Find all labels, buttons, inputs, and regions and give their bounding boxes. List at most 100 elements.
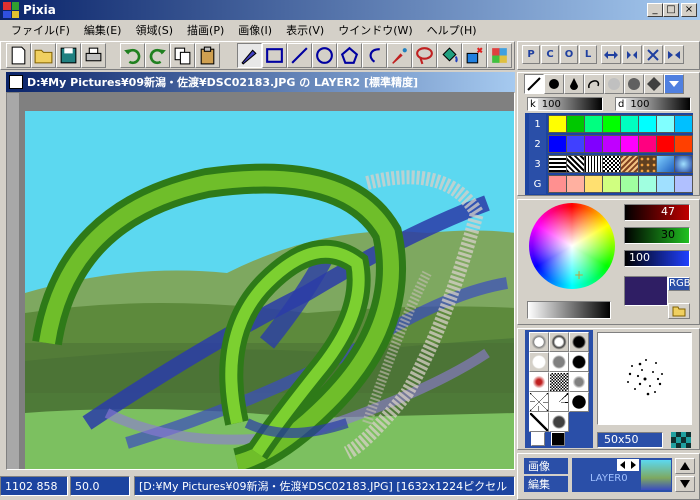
lasso-tool-button[interactable] [412, 43, 437, 68]
new-file-button[interactable] [6, 43, 31, 68]
brush-size-slider[interactable]: k 100 [527, 97, 603, 111]
brush-shape-13[interactable] [529, 412, 549, 432]
brush-shape-6[interactable] [569, 352, 589, 372]
image-tab[interactable]: 画像 [524, 458, 568, 474]
layer-thumbnail[interactable] [641, 460, 671, 490]
brush-shape-11[interactable] [549, 392, 569, 412]
panel-o-button[interactable]: O [560, 45, 578, 64]
red-value-field[interactable]: 47 [624, 204, 690, 221]
mosaic-tool-button[interactable] [487, 43, 512, 68]
color-swatch-row1-4[interactable] [602, 115, 621, 133]
green-value-field[interactable]: 30 [624, 227, 690, 244]
save-button[interactable] [56, 43, 81, 68]
menu-file[interactable]: ファイル(F) [4, 22, 77, 38]
close-button[interactable]: × [681, 3, 697, 17]
pattern-swatch-7[interactable] [656, 155, 675, 173]
menu-draw[interactable]: 描画(P) [180, 22, 231, 38]
brush-shape-3[interactable] [569, 332, 589, 352]
brush-shape-14[interactable] [549, 412, 569, 432]
brush-shape-12[interactable] [569, 392, 589, 412]
color-swatch-row2-1[interactable] [548, 135, 567, 153]
brush-diamond-button[interactable] [644, 74, 664, 94]
brightness-slider[interactable] [527, 301, 611, 319]
brush-dark-button[interactable] [624, 74, 644, 94]
color-swatch-row2-6[interactable] [638, 135, 657, 153]
pattern-swatch-4[interactable] [602, 155, 621, 173]
menu-window[interactable]: ウインドウ(W) [331, 22, 419, 38]
pattern-swatch-8[interactable] [674, 155, 693, 173]
open-file-button[interactable] [31, 43, 56, 68]
menu-help[interactable]: ヘルプ(H) [420, 22, 484, 38]
panel-c-button[interactable]: C [541, 45, 559, 64]
color-swatch-row1-6[interactable] [638, 115, 657, 133]
color-swatch-row1-1[interactable] [548, 115, 567, 133]
menu-view[interactable]: 表示(V) [279, 22, 331, 38]
brush-pen-button[interactable] [524, 74, 544, 94]
pattern-swatch-5[interactable] [620, 155, 639, 173]
brush-shape-7[interactable] [529, 372, 549, 392]
ellipse-tool-button[interactable] [312, 43, 337, 68]
eraser-tool-button[interactable] [462, 43, 487, 68]
panel-close-button[interactable] [643, 45, 663, 64]
pattern-swatch-3[interactable] [584, 155, 603, 173]
airbrush-tool-button[interactable] [387, 43, 412, 68]
copy-button[interactable] [170, 43, 195, 68]
curve-tool-button[interactable] [362, 43, 387, 68]
color-swatch-row2-5[interactable] [620, 135, 639, 153]
color-swatch-row2-3[interactable] [584, 135, 603, 153]
color-wheel[interactable] [529, 203, 615, 289]
line-tool-button[interactable] [287, 43, 312, 68]
menu-image[interactable]: 画像(I) [231, 22, 279, 38]
layer-down-button[interactable] [675, 476, 695, 492]
maximize-button[interactable]: □ [663, 3, 679, 17]
pattern-swatch-2[interactable] [566, 155, 585, 173]
pattern-swatch-6[interactable] [638, 155, 657, 173]
fill-tool-button[interactable] [437, 43, 462, 68]
edit-tab[interactable]: 編集 [524, 476, 568, 492]
rectangle-tool-button[interactable] [262, 43, 287, 68]
color-mode-button[interactable]: RGB [668, 277, 691, 291]
color-swatch-rowg-7[interactable] [656, 175, 675, 193]
panel-expand-button[interactable] [601, 45, 621, 64]
brush-soft-button[interactable] [604, 74, 624, 94]
brush-lasso-button[interactable] [584, 74, 604, 94]
pattern-swatch-1[interactable] [548, 155, 567, 173]
redo-button[interactable] [145, 43, 170, 68]
color-swatch-row2-7[interactable] [656, 135, 675, 153]
color-swatch-row2-8[interactable] [674, 135, 693, 153]
layer-up-button[interactable] [675, 458, 695, 474]
layer-name[interactable]: LAYER0 [576, 473, 640, 487]
color-folder-button[interactable] [668, 303, 690, 319]
brush-more-button[interactable] [664, 74, 684, 94]
menu-selection[interactable]: 領域(S) [128, 22, 180, 38]
panel-p-button[interactable]: P [522, 45, 540, 64]
canvas-image[interactable] [7, 93, 515, 470]
brush-shape-4[interactable] [529, 352, 549, 372]
layer-nav-arrows[interactable] [617, 459, 639, 471]
color-swatch-row1-8[interactable] [674, 115, 693, 133]
minimize-button[interactable]: _ [647, 3, 663, 17]
color-swatch-rowg-4[interactable] [602, 175, 621, 193]
brush-density-slider[interactable]: d 100 [615, 97, 691, 111]
color-swatch-rowg-3[interactable] [584, 175, 603, 193]
brush-shape-2[interactable] [549, 332, 569, 352]
brush-shape-15[interactable] [531, 432, 545, 446]
panel-l-button[interactable]: L [579, 45, 597, 64]
color-swatch-rowg-5[interactable] [620, 175, 639, 193]
color-swatch-row1-5[interactable] [620, 115, 639, 133]
color-swatch-row2-4[interactable] [602, 135, 621, 153]
brush-shape-8[interactable] [549, 372, 569, 392]
color-swatch-rowg-2[interactable] [566, 175, 585, 193]
color-swatch-row1-3[interactable] [584, 115, 603, 133]
paste-button[interactable] [195, 43, 220, 68]
brush-shape-9[interactable] [569, 372, 589, 392]
undo-button[interactable] [120, 43, 145, 68]
panel-arrange-button[interactable] [664, 45, 684, 64]
canvas-area[interactable] [6, 92, 515, 470]
polygon-tool-button[interactable] [337, 43, 362, 68]
color-swatch-row2-2[interactable] [566, 135, 585, 153]
menu-edit[interactable]: 編集(E) [77, 22, 129, 38]
panel-shrink-button[interactable] [622, 45, 642, 64]
color-swatch-row1-2[interactable] [566, 115, 585, 133]
brush-round-button[interactable] [544, 74, 564, 94]
